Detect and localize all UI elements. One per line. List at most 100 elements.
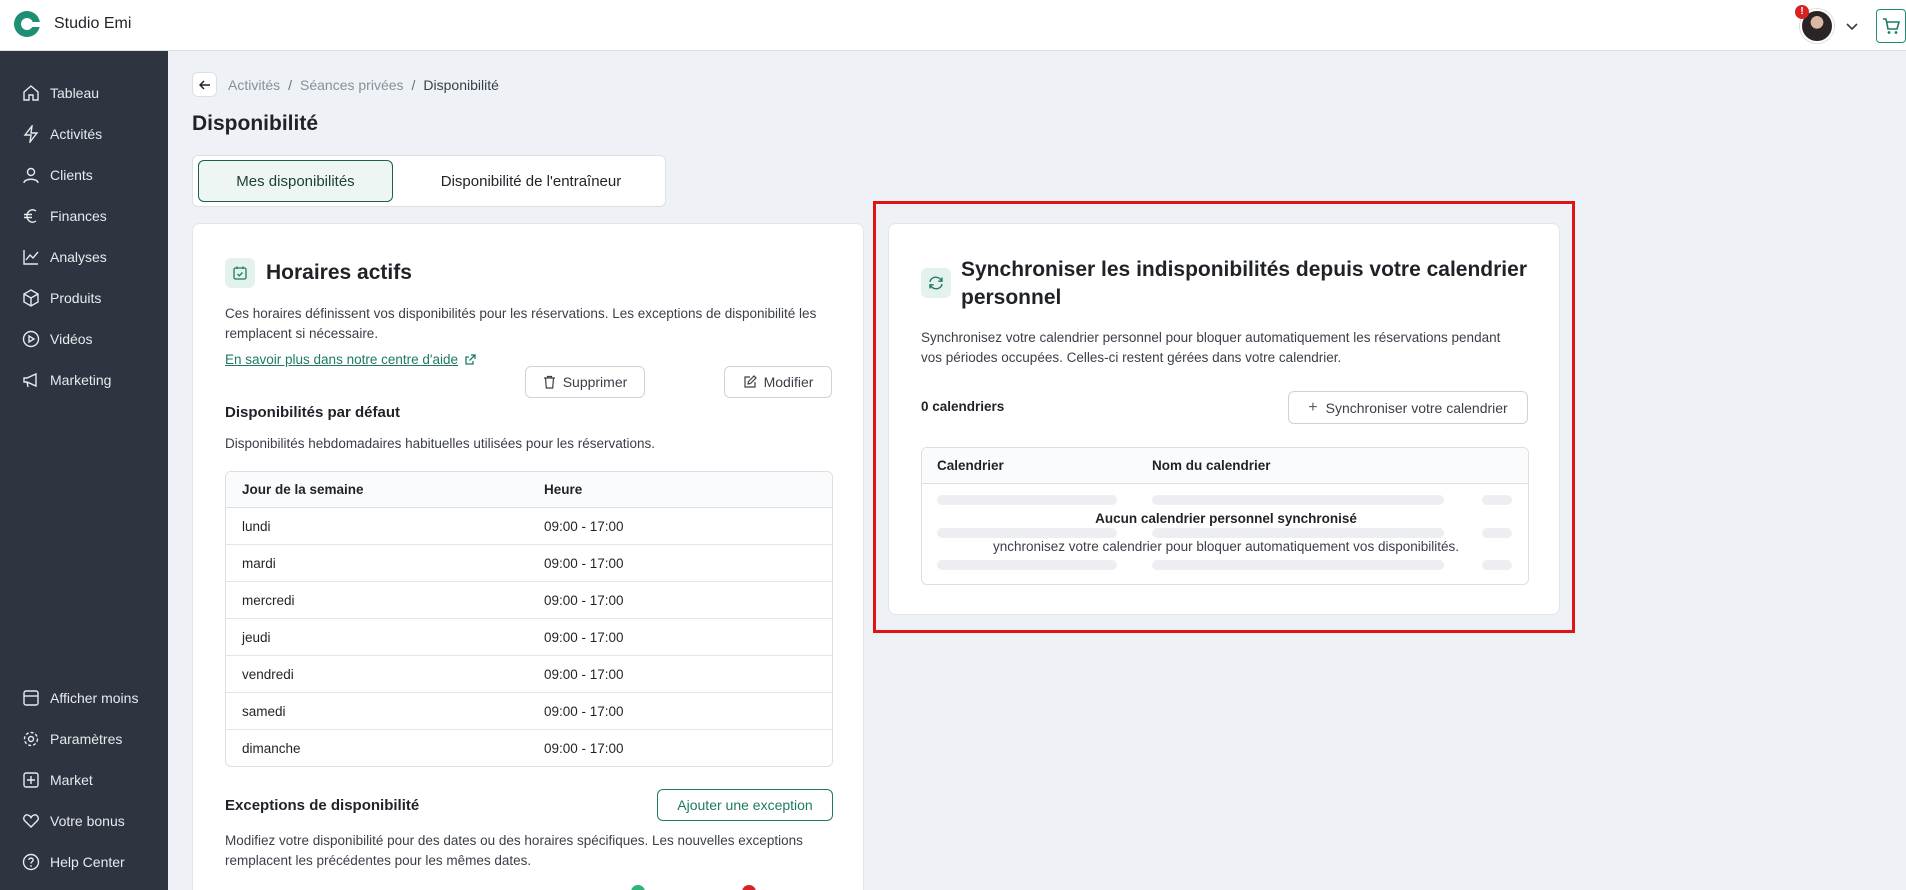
horaires-card: Horaires actifs Ces horaires définissent… — [192, 223, 864, 890]
sidebar-item-label: Votre bonus — [50, 813, 125, 829]
breadcrumb-seances-privees[interactable]: Séances privées — [300, 77, 404, 93]
table-row: vendredi 09:00 - 17:00 — [226, 656, 832, 693]
breadcrumb-activites[interactable]: Activités — [228, 77, 280, 93]
breadcrumb-current: Disponibilité — [423, 76, 499, 93]
time-cell: 09:00 - 17:00 — [544, 704, 624, 719]
plus-square-icon — [23, 772, 39, 788]
bolt-icon — [23, 125, 39, 143]
add-exception-button[interactable]: Ajouter une exception — [657, 789, 833, 821]
sidebar-item-market[interactable]: Market — [22, 768, 93, 792]
breadcrumb-separator: / — [411, 76, 416, 93]
notification-badge: ! — [1795, 4, 1809, 19]
edit-button[interactable]: Modifier — [724, 366, 832, 398]
sidebar-item-finances[interactable]: Finances — [22, 204, 107, 228]
tab-mes-disponibilites[interactable]: Mes disponibilités — [198, 160, 393, 202]
sidebar-item-label: Help Center — [50, 854, 125, 870]
sidebar-item-label: Produits — [50, 290, 102, 306]
exceptions-title: Exceptions de disponibilité — [225, 797, 420, 814]
sidebar-item-votre-bonus[interactable]: Votre bonus — [22, 809, 125, 833]
time-cell: 09:00 - 17:00 — [544, 741, 624, 756]
edit-icon — [743, 375, 757, 388]
sidebar-item-label: Vidéos — [50, 331, 93, 347]
day-cell: jeudi — [242, 630, 271, 645]
weekly-schedule-table: Jour de la semaine Heure lundi 09:00 - 17… — [225, 471, 833, 767]
gear-icon — [23, 731, 39, 747]
default-availability-description: Disponibilités hebdomadaires habituelles… — [225, 436, 655, 451]
status-dot-red — [742, 885, 756, 890]
time-cell: 09:00 - 17:00 — [544, 519, 624, 534]
edit-button-label: Modifier — [763, 374, 814, 390]
sidebar-item-label: Analyses — [50, 249, 107, 265]
day-cell: dimanche — [242, 741, 301, 756]
chevron-down-icon[interactable] — [1842, 16, 1862, 36]
sidebar-item-clients[interactable]: Clients — [22, 163, 93, 187]
chart-icon — [23, 250, 39, 265]
tab-disponibilite-entraineur[interactable]: Disponibilité de l'entraîneur — [411, 160, 651, 202]
time-cell: 09:00 - 17:00 — [544, 556, 624, 571]
brand-name: Studio Emi — [54, 15, 132, 32]
table-row: mardi 09:00 - 17:00 — [226, 545, 832, 582]
delete-button-label: Supprimer — [562, 374, 628, 390]
cart-button[interactable] — [1876, 8, 1906, 43]
sidebar-item-help-center[interactable]: Help Center — [22, 850, 125, 874]
box-icon — [23, 289, 39, 307]
exceptions-description: Modifiez votre disponibilité pour des da… — [225, 833, 803, 868]
sidebar-item-label: Clients — [50, 167, 93, 183]
sidebar-item-label: Marketing — [50, 372, 112, 388]
sidebar-item-tableau[interactable]: Tableau — [22, 81, 99, 105]
horaires-header: Horaires actifs — [225, 258, 412, 288]
sidebar-item-activites[interactable]: Activités — [22, 122, 102, 146]
tab-bar: Mes disponibilités Disponibilité de l'en… — [192, 155, 666, 207]
breadcrumb: Activités / Séances privées / Disponibil… — [192, 72, 499, 97]
time-cell: 09:00 - 17:00 — [544, 667, 624, 682]
help-icon — [22, 853, 40, 871]
sidebar-item-label: Afficher moins — [50, 690, 139, 706]
top-right-controls: ! — [1795, 0, 1906, 51]
help-center-link[interactable]: En savoir plus dans notre centre d'aide — [225, 352, 477, 367]
external-link-icon — [465, 354, 476, 365]
sidebar-item-produits[interactable]: Produits — [22, 286, 101, 310]
cart-icon — [1883, 17, 1901, 34]
trash-icon — [543, 375, 555, 389]
heart-icon — [23, 814, 39, 828]
time-cell: 09:00 - 17:00 — [544, 630, 624, 645]
brand-logo — [14, 11, 41, 37]
sidebar-item-marketing[interactable]: Marketing — [22, 368, 111, 392]
top-bar: Studio Emi ! — [0, 0, 1906, 51]
back-button[interactable] — [192, 72, 217, 97]
sidebar-item-analyses[interactable]: Analyses — [22, 245, 107, 269]
breadcrumb-separator: / — [288, 76, 293, 93]
page-title: Disponibilité — [192, 112, 318, 135]
table-row: samedi 09:00 - 17:00 — [226, 693, 832, 730]
delete-button[interactable]: Supprimer — [525, 366, 645, 398]
sidebar-item-videos[interactable]: Vidéos — [22, 327, 93, 351]
horaires-title: Horaires actifs — [266, 261, 412, 284]
user-menu[interactable]: ! — [1795, 4, 1834, 43]
panel-icon — [23, 690, 39, 706]
sidebar-item-label: Paramètres — [50, 731, 123, 747]
time-cell: 09:00 - 17:00 — [544, 593, 624, 608]
status-dot-green — [631, 885, 645, 890]
day-cell: samedi — [242, 704, 286, 719]
play-icon — [22, 330, 40, 348]
euro-icon — [24, 209, 37, 223]
sidebar-item-afficher-moins[interactable]: Afficher moins — [22, 686, 138, 710]
day-cell: vendredi — [242, 667, 294, 682]
sidebar-item-label: Tableau — [50, 85, 100, 101]
day-cell: mercredi — [242, 593, 295, 608]
sidebar-item-label: Activités — [50, 126, 103, 142]
table-row: mercredi 09:00 - 17:00 — [226, 582, 832, 619]
user-icon — [23, 167, 39, 184]
table-header: Jour de la semaine Heure — [226, 472, 832, 508]
sidebar: Tableau Activités Clients Finances Analy… — [0, 51, 168, 890]
sidebar-item-label: Market — [50, 772, 93, 788]
table-row: lundi 09:00 - 17:00 — [226, 508, 832, 545]
sidebar-item-label: Finances — [50, 208, 107, 224]
column-header-time: Heure — [544, 482, 583, 497]
day-cell: lundi — [242, 519, 271, 534]
calendar-check-icon — [225, 258, 255, 288]
brand[interactable]: Studio Emi — [14, 11, 131, 37]
home-icon — [23, 85, 39, 101]
arrow-left-icon — [198, 79, 210, 90]
sidebar-item-parametres[interactable]: Paramètres — [22, 727, 122, 751]
